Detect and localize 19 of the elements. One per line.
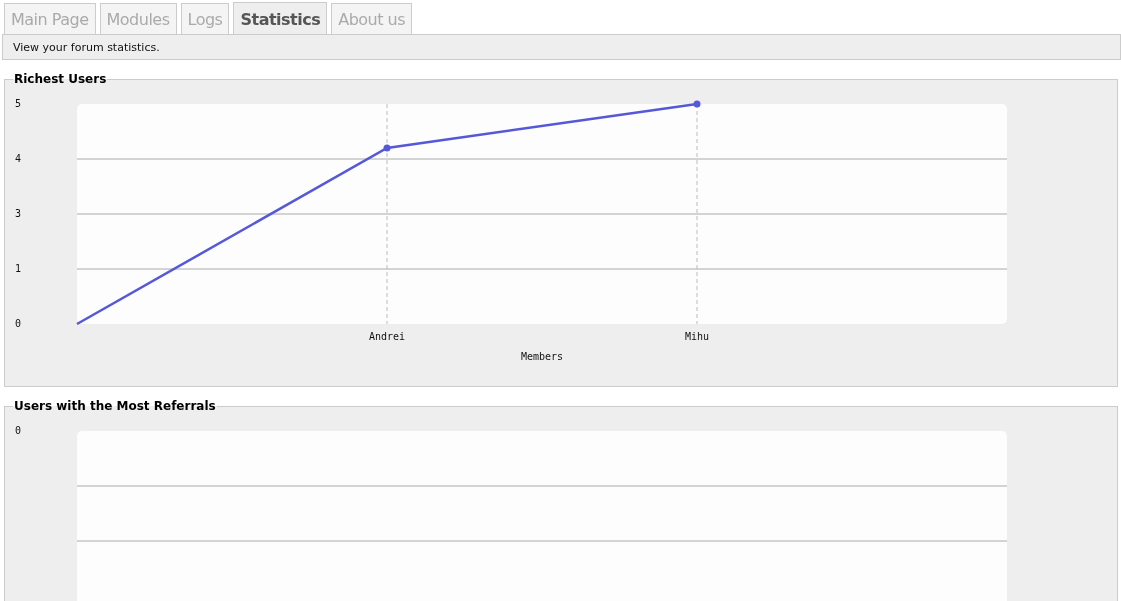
tab[interactable]: Main Page — [4, 3, 96, 34]
y-tick-label: 0 — [15, 318, 22, 329]
description-text: View your forum statistics. — [13, 40, 160, 54]
tab[interactable]: Logs — [180, 3, 230, 34]
x-tick-label: Andrei — [368, 331, 406, 342]
y-tick-label: 4 — [15, 153, 22, 164]
x-tick-label: Mihu — [684, 331, 710, 342]
y-tick-label: 5 — [15, 98, 22, 109]
x-axis-title: Members — [520, 351, 564, 362]
tab[interactable]: About us — [331, 3, 413, 34]
y-tick-label: 3 — [15, 208, 22, 219]
tab[interactable]: Modules — [99, 3, 177, 34]
y-tick-label: 0 — [15, 425, 22, 436]
y-tick-label: 1 — [15, 263, 22, 274]
section-title: Richest Users — [13, 72, 108, 86]
tab[interactable]: Statistics — [233, 2, 328, 34]
section-title: Users with the Most Referrals — [13, 399, 217, 413]
data-point — [693, 100, 701, 108]
data-point — [383, 144, 391, 152]
